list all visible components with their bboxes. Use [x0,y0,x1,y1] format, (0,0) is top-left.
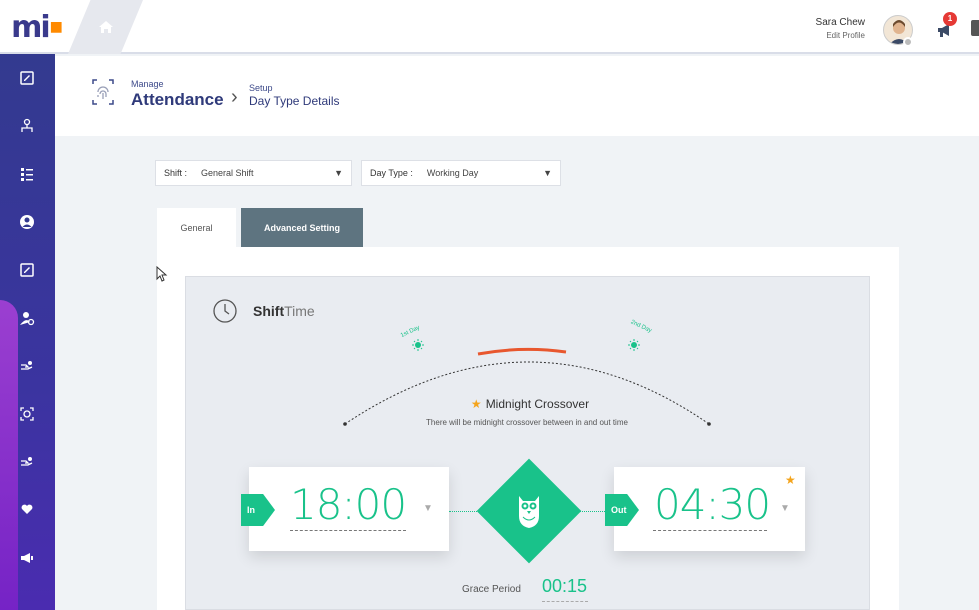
settings-icon[interactable] [971,20,979,36]
hand-coin-icon [21,457,33,466]
shift-select-value: General Shift [201,168,254,178]
star-icon: ★ [785,473,796,487]
owl-icon [519,496,539,528]
sidebar-item-care[interactable] [17,500,37,520]
sidebar-item-announcements[interactable] [17,548,37,568]
in-time-dropdown-icon[interactable]: ▼ [423,503,433,514]
edit-profile-link[interactable]: Edit Profile [826,31,865,40]
clock-icon [213,299,237,323]
mouse-cursor-icon [156,266,168,282]
daytype-select[interactable]: Day Type : Working Day ▼ [361,160,561,186]
midnight-crossover-title: ★ Midnight Crossover [440,397,620,411]
day1-label: 1st Day [400,325,421,339]
grace-period-underline [542,601,588,602]
sidebar-item-forms[interactable] [17,260,37,280]
sun-icon [412,339,424,351]
out-time-underline [653,530,767,531]
moon-icon [717,396,728,408]
decorative-blob [0,300,18,610]
org-chart-icon [21,118,33,132]
app-logo[interactable]: mi ■ [0,0,72,54]
sidebar-item-org[interactable] [17,116,37,136]
moon-icon [328,396,339,408]
midnight-crossover-desc: There will be midnight crossover between… [426,418,628,427]
top-bar: mi ■ Sara Chew Edit Profile 1 [0,0,979,54]
status-dot [903,37,913,47]
shift-select[interactable]: Shift : General Shift ▼ [155,160,352,186]
shift-select-label: Shift : [164,168,188,178]
sidebar-item-transfer[interactable] [17,356,37,376]
title-bold: Shift [253,303,285,319]
sidebar-item-list[interactable] [17,164,37,184]
daytype-select-label: Day Type : [370,168,413,178]
daytype-select-value: Working Day [426,168,479,178]
user-circle-icon [20,215,34,229]
star-icon: ★ [470,397,482,411]
sidebar-item-profile[interactable] [17,212,37,232]
tab-advanced-setting[interactable]: Advanced Setting [241,208,363,248]
notification-badge: 1 [943,12,957,26]
fingerprint-icon [92,79,114,105]
fingerprint-icon [20,407,34,421]
sidebar-item-user-settings[interactable] [17,308,37,328]
page-title: Day Type Details [249,94,340,108]
form-edit-icon [20,263,34,277]
home-button[interactable] [68,0,143,54]
heart-hand-icon [21,504,33,514]
breadcrumb-parent-label: Manage [131,79,164,89]
home-icon [98,21,113,33]
out-time-dropdown-icon[interactable]: ▼ [780,503,790,514]
hand-user-icon [21,361,33,370]
moon-icon [522,315,533,327]
sun-icon [628,339,640,351]
day2-label: 2nd Day [630,319,653,334]
grace-period-value[interactable]: 00:15 [542,576,587,597]
sidebar-item-attendance[interactable] [17,404,37,424]
caret-down-icon: ▼ [543,168,552,178]
in-time-underline [290,530,406,531]
sidebar-item-reports[interactable] [17,68,37,88]
out-time-value[interactable]: 04:30 [654,480,771,529]
title-light: Time [284,303,315,319]
breadcrumb-chevron-icon: › [231,86,238,108]
midnight-crossover-text: Midnight Crossover [485,397,590,411]
caret-down-icon: ▼ [334,168,343,178]
user-gear-icon [20,312,35,326]
tab-general[interactable]: General [157,208,236,248]
grace-period-label: Grace Period [462,584,521,595]
user-name: Sara Chew [815,17,865,28]
clipboard-edit-icon [20,71,34,85]
list-icon [21,168,33,181]
breadcrumb-module[interactable]: Attendance [131,90,224,110]
sidebar-item-claims[interactable] [17,452,37,472]
megaphone-icon [21,553,33,563]
shift-time-title: ShiftTime [253,303,315,319]
breadcrumb-section-label: Setup [249,83,273,93]
page-header: Manage Attendance › Setup Day Type Detai… [55,56,979,136]
in-time-value[interactable]: 18:00 [290,480,407,529]
